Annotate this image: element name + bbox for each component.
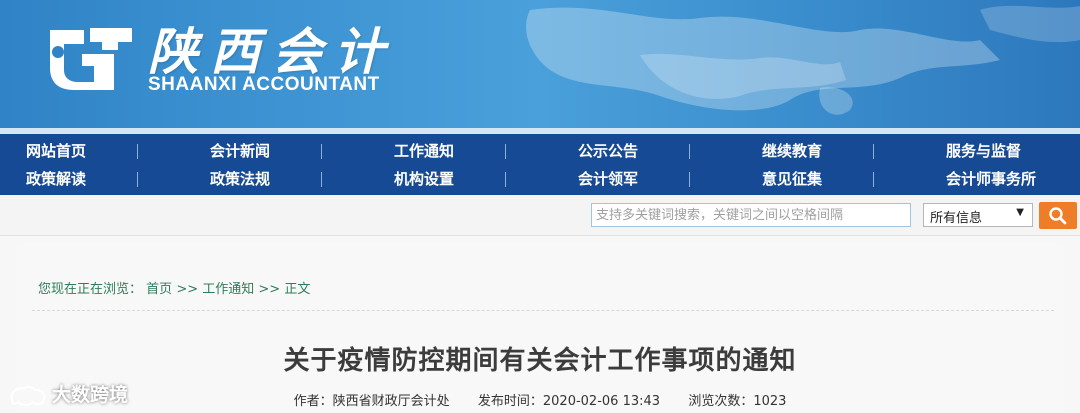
watermark: 大数跨境 (8, 380, 128, 407)
breadcrumb-home[interactable]: 首页 (146, 282, 172, 297)
site-logo-icon[interactable] (44, 22, 136, 92)
breadcrumb-work-notices[interactable]: 工作通知 (202, 282, 254, 297)
nav-separator (873, 172, 874, 187)
nav-row-primary: 网站首页 会计新闻 工作通知 公示公告 继续教育 服务与监督 (0, 136, 1080, 166)
main-nav: 网站首页 会计新闻 工作通知 公示公告 继续教育 服务与监督 政策解读 政策法规… (0, 134, 1080, 195)
nav-item-announcements[interactable]: 公示公告 (578, 136, 638, 166)
nav-item-policy-interpretation[interactable]: 政策解读 (26, 164, 86, 194)
nav-separator (873, 144, 874, 159)
watermark-logo-icon (10, 385, 46, 406)
article-meta: 作者：陕西省财政厅会计处 发布时间：2020-02-06 13:43 浏览次数：… (18, 390, 1062, 409)
nav-item-feedback[interactable]: 意见征集 (762, 164, 822, 194)
search-scope-select[interactable]: 所有信息 ▼ (923, 203, 1033, 227)
nav-row-secondary: 政策解读 政策法规 机构设置 会计领军 意见征集 会计师事务所 (0, 164, 1080, 194)
breadcrumb: 您现在正在浏览： 首页 >> 工作通知 >> 正文 (38, 278, 310, 297)
nav-separator (689, 172, 690, 187)
search-bar: 所有信息 ▼ (0, 195, 1080, 236)
nav-separator (505, 172, 506, 187)
nav-item-accounting-news[interactable]: 会计新闻 (210, 136, 270, 166)
author-label: 作者： (293, 394, 333, 409)
article-title: 关于疫情防控期间有关会计工作事项的通知 (283, 346, 797, 376)
nav-separator (137, 172, 138, 187)
published-label: 发布时间： (477, 394, 543, 409)
breadcrumb-separator: >> (176, 282, 199, 297)
breadcrumb-divider (32, 310, 1054, 311)
nav-separator (321, 172, 322, 187)
nav-item-cpa-firms[interactable]: 会计师事务所 (946, 164, 1036, 194)
nav-item-policies-regulations[interactable]: 政策法规 (210, 164, 270, 194)
nav-item-organization[interactable]: 机构设置 (394, 164, 454, 194)
breadcrumb-separator: >> (258, 282, 281, 297)
nav-separator (505, 144, 506, 159)
nav-item-continuing-education[interactable]: 继续教育 (762, 136, 822, 166)
search-icon (1049, 207, 1067, 225)
nav-separator (137, 144, 138, 159)
article-card: 您现在正在浏览： 首页 >> 工作通知 >> 正文 关于疫情防控期间有关会计工作… (18, 242, 1062, 413)
views-value: 1023 (753, 394, 787, 409)
site-subtitle: SHAANXI ACCOUNTANT (148, 74, 380, 95)
header-banner: 陕西会计 SHAANXI ACCOUNTANT (0, 0, 1080, 128)
breadcrumb-current: 正文 (284, 282, 311, 297)
nav-separator (321, 144, 322, 159)
content-area: 您现在正在浏览： 首页 >> 工作通知 >> 正文 关于疫情防控期间有关会计工作… (0, 236, 1080, 413)
nav-item-home[interactable]: 网站首页 (26, 136, 86, 166)
published-value: 2020-02-06 13:43 (542, 394, 661, 409)
breadcrumb-prefix: 您现在正在浏览： (38, 282, 143, 297)
watermark-text: 大数跨境 (52, 384, 129, 406)
search-button[interactable] (1039, 202, 1077, 229)
nav-item-service-supervision[interactable]: 服务与监督 (946, 136, 1021, 166)
author-value: 陕西省财政厅会计处 (332, 394, 450, 409)
nav-item-work-notices[interactable]: 工作通知 (394, 136, 454, 166)
nav-item-accounting-leaders[interactable]: 会计领军 (578, 164, 638, 194)
chevron-down-icon: ▼ (1016, 207, 1024, 218)
search-input[interactable] (591, 203, 911, 227)
search-scope-value: 所有信息 (930, 211, 983, 226)
nav-separator (689, 144, 690, 159)
views-label: 浏览次数： (688, 394, 754, 409)
